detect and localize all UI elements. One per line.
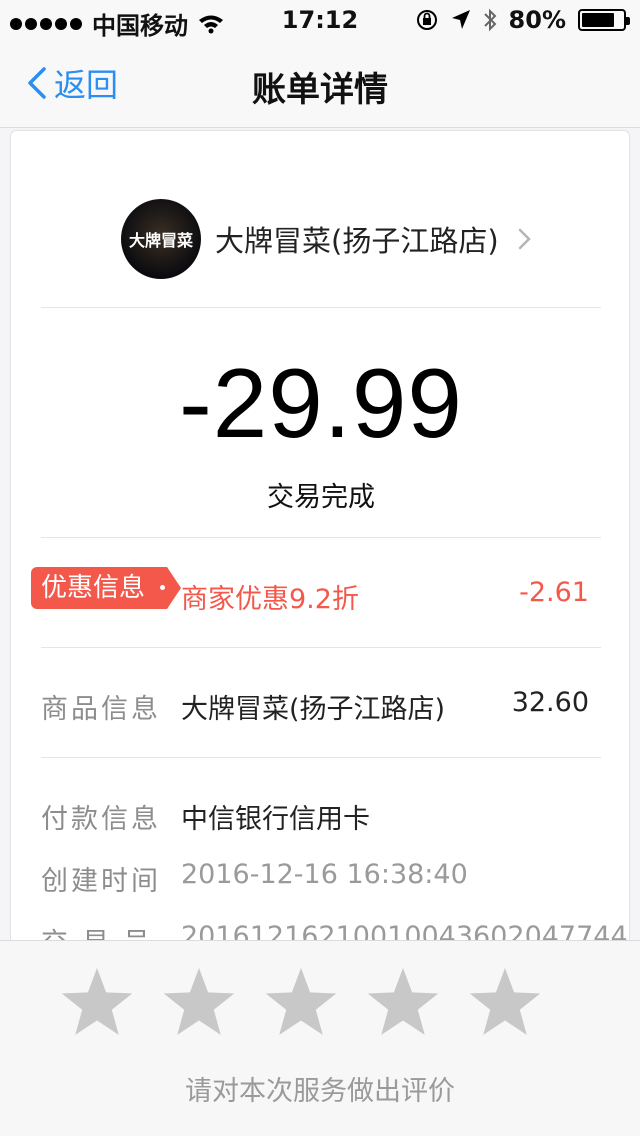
battery-percent: 80%: [508, 6, 566, 34]
location-arrow-icon: [451, 10, 470, 29]
merchant-logo-text: 大牌冒菜: [128, 231, 193, 250]
merchant-name: 大牌冒菜(扬子江路店): [215, 224, 499, 258]
divider: [41, 537, 601, 538]
orientation-lock-icon: [416, 10, 437, 30]
transaction-status: 交易完成: [267, 482, 375, 513]
created-label: 创建时间: [41, 866, 161, 897]
product-value: 32.60: [511, 687, 589, 718]
product-label: 商品信息: [41, 694, 161, 725]
divider: [41, 647, 601, 648]
nav-bar: 返回 账单详情: [0, 40, 640, 128]
chevron-right-icon: [518, 228, 531, 250]
promo-value: -2.61: [519, 577, 589, 608]
promo-tag-label: 优惠信息: [41, 573, 146, 603]
product-name: 大牌冒菜(扬子江路店): [181, 694, 446, 725]
payment-value: 中信银行信用卡: [181, 804, 370, 835]
star-icon[interactable]: [468, 965, 542, 1039]
rating-panel: 请对本次服务做出评价: [0, 940, 640, 1136]
page-title: 账单详情: [252, 70, 388, 110]
battery-level: [582, 13, 614, 27]
star-icon[interactable]: [60, 965, 134, 1039]
bluetooth-icon: [483, 8, 496, 32]
status-bar: 中国移动 17:12 80%: [0, 0, 640, 40]
divider: [41, 307, 601, 308]
divider: [41, 757, 601, 758]
promo-text: 商家优惠9.2折: [181, 584, 359, 615]
status-right: 80%: [415, 6, 630, 34]
created-value: 2016-12-16 16:38:40: [181, 859, 468, 890]
merchant-logo: 大牌冒菜: [121, 199, 201, 279]
battery-icon: [578, 9, 630, 31]
star-icon[interactable]: [264, 965, 338, 1039]
promo-tag: 优惠信息: [31, 567, 181, 609]
payment-label: 付款信息: [41, 804, 161, 835]
star-rating: [60, 965, 542, 1039]
merchant-link[interactable]: 大牌冒菜 大牌冒菜(扬子江路店): [121, 199, 533, 279]
bill-detail-card: 大牌冒菜 大牌冒菜(扬子江路店) -29.99 交易完成 优惠信息 商家优惠9.…: [10, 130, 630, 970]
star-icon[interactable]: [162, 965, 236, 1039]
rating-prompt: 请对本次服务做出评价: [185, 1076, 455, 1107]
star-icon[interactable]: [366, 965, 440, 1039]
amount: -29.99: [179, 348, 463, 458]
